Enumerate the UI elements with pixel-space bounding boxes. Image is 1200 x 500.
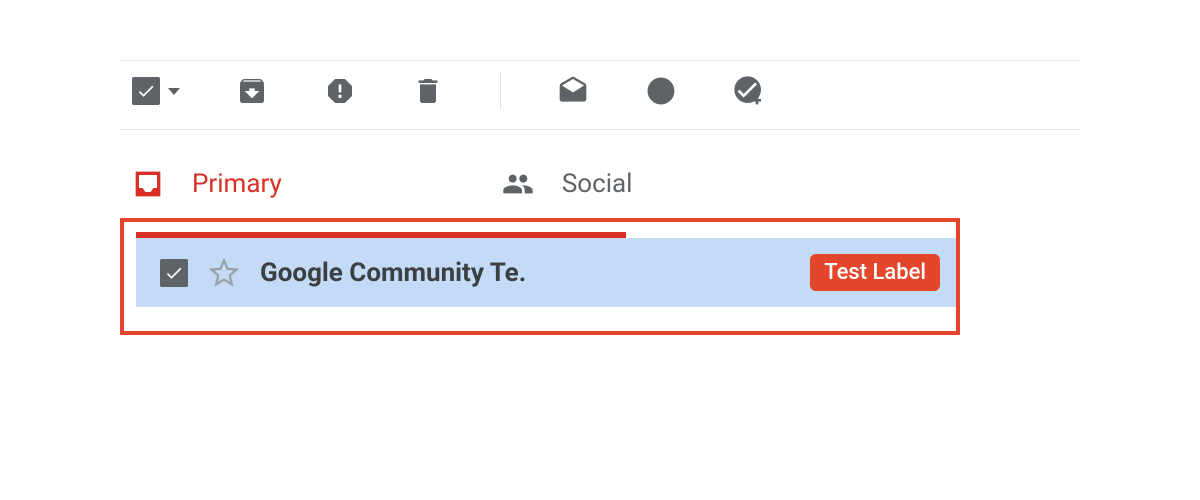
snooze-icon bbox=[645, 75, 677, 107]
category-tabs: Primary Social bbox=[120, 158, 1080, 210]
inbox-icon bbox=[132, 168, 164, 200]
archive-button[interactable] bbox=[236, 75, 268, 107]
add-to-tasks-button[interactable] bbox=[733, 75, 765, 107]
email-row[interactable]: Google Community Te. Test Label bbox=[136, 238, 956, 307]
chevron-down-icon[interactable] bbox=[168, 88, 180, 95]
check-icon bbox=[136, 81, 156, 101]
check-icon bbox=[164, 263, 184, 283]
tab-primary-label: Primary bbox=[192, 169, 282, 199]
people-icon bbox=[502, 168, 534, 200]
tab-primary[interactable]: Primary bbox=[132, 158, 282, 210]
email-list: Google Community Te. Test Label bbox=[124, 232, 956, 307]
select-all-control[interactable] bbox=[132, 77, 180, 105]
add-task-icon bbox=[733, 74, 765, 108]
archive-icon bbox=[236, 75, 268, 107]
tab-social[interactable]: Social bbox=[502, 158, 633, 210]
select-all-checkbox[interactable] bbox=[132, 77, 160, 105]
spam-icon bbox=[324, 75, 356, 107]
mark-as-read-button[interactable] bbox=[557, 75, 589, 107]
mark-read-icon bbox=[557, 74, 589, 108]
report-spam-button[interactable] bbox=[324, 75, 356, 107]
delete-icon bbox=[412, 75, 444, 107]
toolbar-divider bbox=[500, 73, 501, 109]
annotation-highlight-box: Google Community Te. Test Label bbox=[120, 218, 960, 335]
star-outline-icon bbox=[209, 258, 239, 288]
tab-social-label: Social bbox=[562, 169, 633, 199]
gmail-inbox-region: Primary Social bbox=[0, 0, 1200, 335]
delete-button[interactable] bbox=[412, 75, 444, 107]
star-toggle[interactable] bbox=[208, 257, 240, 289]
email-label-badge[interactable]: Test Label bbox=[810, 254, 940, 291]
email-sender: Google Community Te. bbox=[260, 258, 526, 288]
snooze-button[interactable] bbox=[645, 75, 677, 107]
action-toolbar bbox=[120, 60, 1080, 130]
email-row-checkbox[interactable] bbox=[160, 259, 188, 287]
